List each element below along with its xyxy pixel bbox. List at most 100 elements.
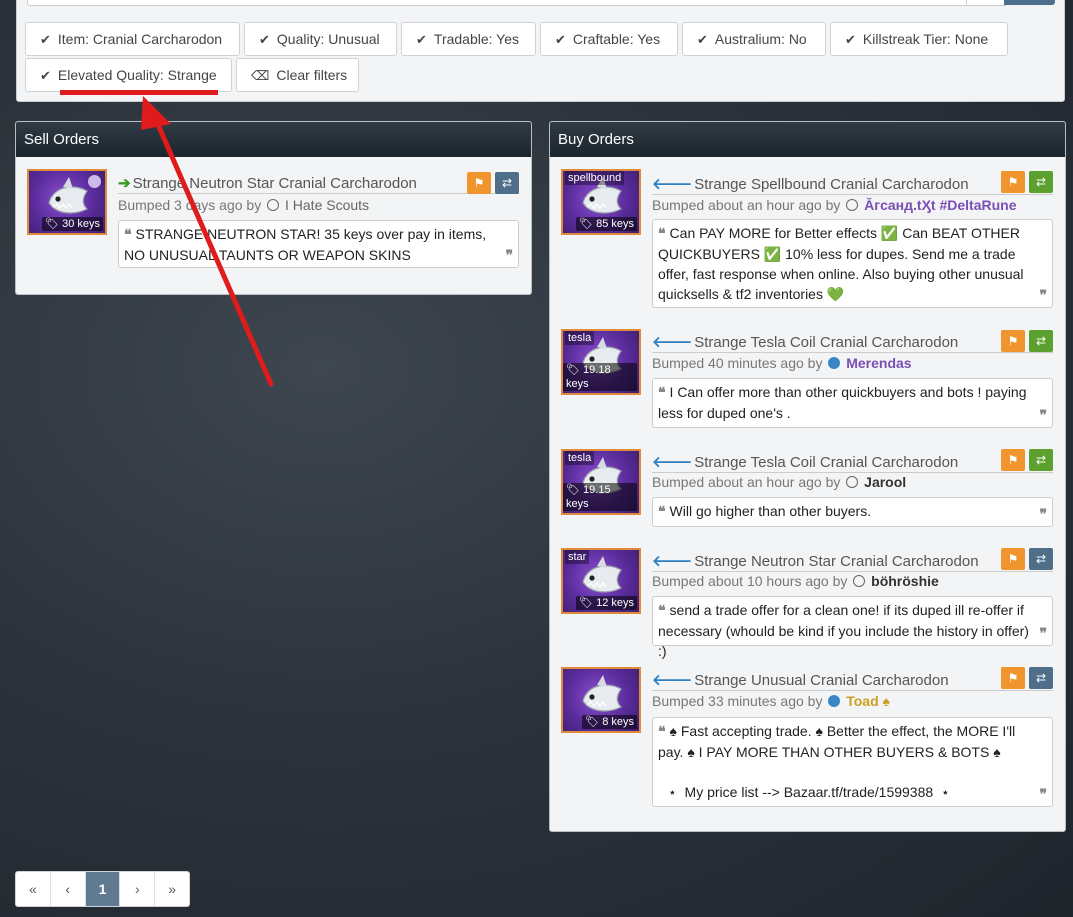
search-option-button[interactable] <box>966 0 1006 6</box>
filter-chip-label: Quality: Unusual <box>276 31 380 47</box>
item-thumbnail[interactable]: tesla 🏷 19.18 keys <box>561 329 641 395</box>
user-status-icon <box>846 476 859 488</box>
price-label: 🏷 85 keys <box>576 217 637 231</box>
title-text: Strange Spellbound Cranial Carcharodon <box>694 176 969 193</box>
user-link[interactable]: Ăгcaнд.tӼt #DeltaRune <box>864 197 1016 213</box>
user-status-icon <box>853 575 866 587</box>
trade-button[interactable]: ⇄ <box>1029 449 1053 471</box>
clear-filters-button[interactable]: ⌫ Clear filters <box>236 58 359 92</box>
page-next-button[interactable]: › <box>120 872 156 906</box>
filter-chip-label: Tradable: Yes <box>433 31 520 47</box>
flag-button[interactable]: ⚑ <box>1001 171 1025 193</box>
flag-button[interactable]: ⚑ <box>1001 449 1025 471</box>
bumped-line: Bumped 40 minutes ago by Merendas <box>652 355 912 371</box>
listing-title[interactable]: 🡐 Strange Unusual Cranial Carcharodon <box>652 670 1053 691</box>
user-link[interactable]: Toad ♠ <box>846 693 890 709</box>
buy-order-item: tesla 🏷 19.18 keys 🡐 Strange Tesla Coil C… <box>550 329 1065 439</box>
eraser-icon: ⌫ <box>251 68 270 83</box>
listing-title[interactable]: 🡐 Strange Tesla Coil Cranial Carcharodon <box>652 452 1053 473</box>
bumped-line: Bumped about an hour ago by Jarool <box>652 474 907 490</box>
quote-close-icon: ❞ <box>1039 507 1047 523</box>
price-label: 🏷 30 keys <box>42 217 103 231</box>
page-current-button[interactable]: 1 <box>85 872 121 906</box>
trade-button[interactable]: ⇄ <box>1029 330 1053 352</box>
flag-button[interactable]: ⚑ <box>467 172 491 194</box>
title-text: Strange Tesla Coil Cranial Carcharodon <box>694 454 959 471</box>
arrow-left-icon: 🡐 <box>652 334 693 351</box>
buy-orders-heading: Buy Orders <box>550 122 1065 157</box>
sell-order-item: 🏷 30 keys ➔ Strange Neutron Star Cranial … <box>16 169 531 289</box>
item-thumbnail[interactable]: spellbound 🏷 85 keys <box>561 169 641 235</box>
user-status-icon <box>828 695 841 707</box>
flag-button[interactable]: ⚑ <box>1001 548 1025 570</box>
trade-button[interactable]: ⇄ <box>495 172 519 194</box>
effect-tag: star <box>565 550 590 564</box>
filter-chip-label: Craftable: Yes <box>572 31 661 47</box>
check-icon: ✔ <box>555 32 566 47</box>
search-submit-button[interactable] <box>1004 0 1055 5</box>
effect-tag: tesla <box>565 451 595 465</box>
filter-chip-item[interactable]: ✔ Item: Cranial Carcharodon <box>25 22 240 56</box>
quote-close-icon: ❞ <box>505 248 513 264</box>
buy-order-item: spellbound 🏷 85 keys 🡐 Strange Spellbound… <box>550 169 1065 309</box>
user-link[interactable]: I Hate Scouts <box>285 197 369 213</box>
search-input[interactable] <box>27 0 969 6</box>
filter-chip-quality[interactable]: ✔ Quality: Unusual <box>244 22 397 56</box>
page-first-button[interactable]: « <box>16 872 51 906</box>
listing-title[interactable]: 🡐 Strange Neutron Star Cranial Carcharodo… <box>652 551 1053 572</box>
check-icon: ✔ <box>40 68 51 83</box>
bumped-line: Bumped about 10 hours ago by böhröshie <box>652 573 939 589</box>
filter-chip-tradable[interactable]: ✔ Tradable: Yes <box>401 22 536 56</box>
bumped-line: Bumped about an hour ago by Ăгcaнд.tӼt #… <box>652 197 1017 213</box>
item-thumbnail[interactable]: 🏷 8 keys <box>561 667 641 733</box>
buy-order-item: tesla 🏷 19.15 keys 🡐 Strange Tesla Coil C… <box>550 449 1065 539</box>
flag-button[interactable]: ⚑ <box>1001 330 1025 352</box>
quote-close-icon: ❞ <box>1039 787 1047 803</box>
item-thumbnail[interactable]: 🏷 30 keys <box>27 169 107 235</box>
filter-chip-craftable[interactable]: ✔ Craftable: Yes <box>540 22 678 56</box>
trade-button[interactable]: ⇄ <box>1029 171 1053 193</box>
trade-button[interactable]: ⇄ <box>1029 667 1053 689</box>
listing-title[interactable]: 🡐 Strange Spellbound Cranial Carcharodon <box>652 174 1053 195</box>
buy-order-item: 🏷 8 keys 🡐 Strange Unusual Cranial Carcha… <box>550 667 1065 817</box>
buy-order-item: star 🏷 12 keys 🡐 Strange Neutron Star Cra… <box>550 548 1065 659</box>
price-label: 🏷 19.15 keys <box>563 483 637 511</box>
user-status-icon <box>846 199 859 211</box>
filter-chip-label: Australium: No <box>714 31 807 47</box>
title-text: Strange Unusual Cranial Carcharodon <box>694 672 949 689</box>
filter-chip-australium[interactable]: ✔ Australium: No <box>682 22 826 56</box>
flag-button[interactable]: ⚑ <box>1001 667 1025 689</box>
buy-orders-panel: Buy Orders spellbound 🏷 85 keys 🡐 Strange… <box>549 121 1066 832</box>
listing-title[interactable]: ➔ Strange Neutron Star Cranial Carcharodo… <box>118 174 519 194</box>
filter-chip-killstreak[interactable]: ✔ Killstreak Tier: None <box>830 22 1008 56</box>
quote-open-icon: ❝ <box>658 226 666 242</box>
comment-price-list-line: ⋆ My price list --> Bazaar.tf/trade/1599… <box>668 784 950 800</box>
listing-comment: ❝ ♠ Fast accepting trade. ♠ Better the ef… <box>652 717 1053 807</box>
shark-icon <box>582 675 623 712</box>
arrow-left-icon: 🡐 <box>652 454 693 471</box>
page-prev-button[interactable]: ‹ <box>51 872 86 906</box>
filter-chip-elevated-quality[interactable]: ✔ Elevated Quality: Strange <box>25 58 232 92</box>
item-thumbnail[interactable]: star 🏷 12 keys <box>561 548 641 614</box>
pagination: « ‹ 1 › » <box>15 871 190 907</box>
annotation-underline <box>60 90 218 95</box>
user-link[interactable]: böhröshie <box>871 573 939 589</box>
listing-comment: ❝ Will go higher than other buyers. ❞ <box>652 497 1053 527</box>
listing-title[interactable]: 🡐 Strange Tesla Coil Cranial Carcharodon <box>652 332 1053 353</box>
filter-chip-label: Elevated Quality: Strange <box>57 67 217 83</box>
arrow-left-icon: 🡐 <box>652 553 693 570</box>
price-label: 🏷 19.18 keys <box>563 363 637 391</box>
title-text: Strange Tesla Coil Cranial Carcharodon <box>694 334 959 351</box>
check-icon: ✔ <box>40 32 51 47</box>
quote-close-icon: ❞ <box>1039 626 1047 642</box>
quote-close-icon: ❞ <box>1039 408 1047 424</box>
check-icon: ✔ <box>845 32 856 47</box>
user-link[interactable]: Merendas <box>846 355 911 371</box>
price-label: 🏷 8 keys <box>582 715 637 729</box>
page-last-button[interactable]: » <box>155 872 189 906</box>
user-link[interactable]: Jarool <box>864 474 906 490</box>
bumped-line: Bumped 3 days ago by I Hate Scouts <box>118 197 370 213</box>
quote-open-icon: ❝ <box>658 385 666 401</box>
item-thumbnail[interactable]: tesla 🏷 19.15 keys <box>561 449 641 515</box>
trade-button[interactable]: ⇄ <box>1029 548 1053 570</box>
